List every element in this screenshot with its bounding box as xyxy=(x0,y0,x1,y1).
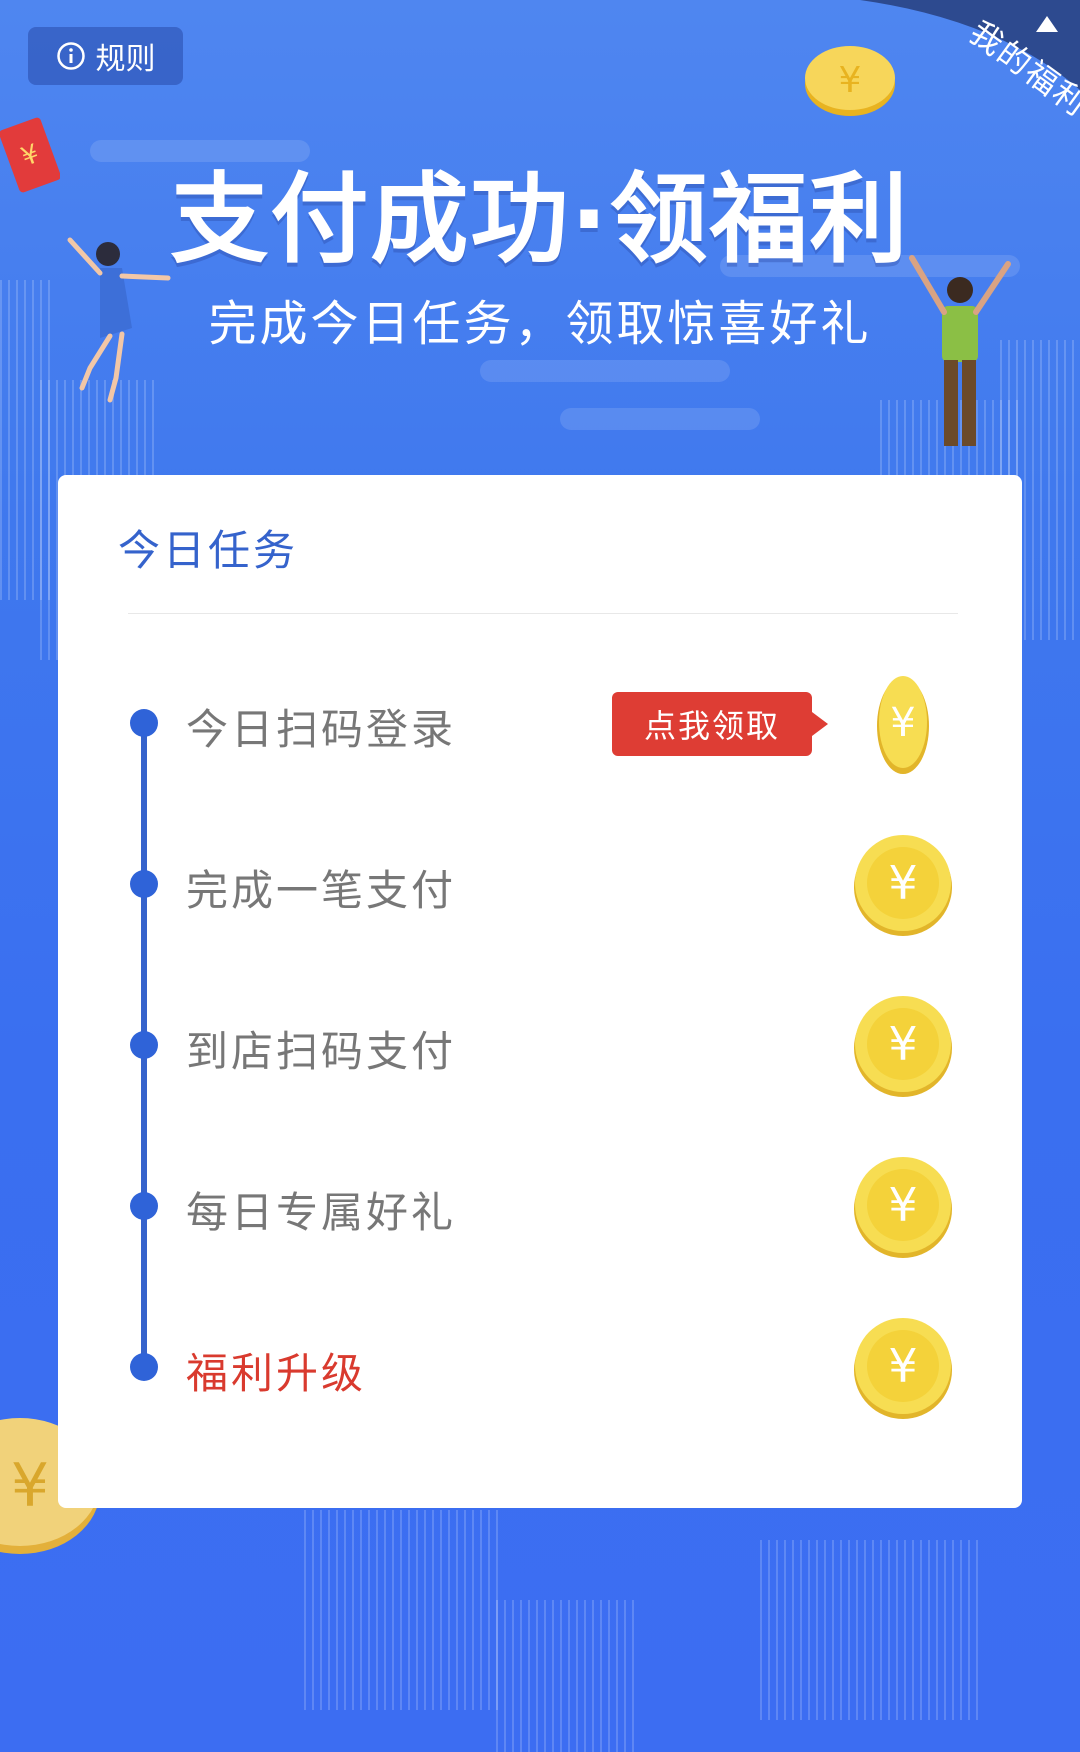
info-icon xyxy=(56,42,85,70)
task-card: 今日任务 今日扫码登录 点我领取 ¥ 完成一笔支付 ¥ 到店扫码支付 ¥ 每日专… xyxy=(58,475,1022,1508)
task-item: 到店扫码支付 ¥ xyxy=(58,990,1022,1100)
svg-text:¥: ¥ xyxy=(888,1178,917,1232)
triangle-arrow-icon xyxy=(1036,16,1058,32)
svg-text:¥: ¥ xyxy=(839,60,862,101)
yuan-coin-icon[interactable]: ¥ xyxy=(848,1312,958,1422)
card-divider xyxy=(128,613,958,614)
svg-text:¥: ¥ xyxy=(888,856,917,910)
svg-text:¥: ¥ xyxy=(890,700,915,746)
yuan-coin-icon[interactable]: ¥ xyxy=(848,1151,958,1261)
task-label: 到店扫码支付 xyxy=(186,1027,457,1076)
task-item: 今日扫码登录 点我领取 ¥ xyxy=(58,668,1022,778)
timeline-dot xyxy=(130,870,158,898)
task-item: 完成一笔支付 ¥ xyxy=(58,829,1022,939)
yuan-coin-icon[interactable]: ¥ xyxy=(848,829,958,939)
hero-title: 支付成功·领福利 xyxy=(170,163,910,277)
timeline-dot xyxy=(130,1031,158,1059)
task-label: 每日专属好礼 xyxy=(186,1188,457,1237)
timeline-dot xyxy=(130,709,158,737)
rules-button[interactable]: 规则 xyxy=(28,27,183,85)
svg-text:¥: ¥ xyxy=(888,1339,917,1393)
claim-button[interactable]: 点我领取 xyxy=(612,692,828,756)
svg-text:¥: ¥ xyxy=(888,1017,917,1071)
floating-coin-icon: ¥ xyxy=(805,46,895,116)
yuan-coin-icon[interactable]: ¥ xyxy=(848,668,958,778)
card-title: 今日任务 xyxy=(118,526,299,575)
timeline-dot xyxy=(130,1353,158,1381)
task-item: 每日专属好礼 ¥ xyxy=(58,1151,1022,1261)
rules-label: 规则 xyxy=(95,42,156,77)
task-label-highlight: 福利升级 xyxy=(186,1349,367,1398)
task-label: 完成一笔支付 xyxy=(186,866,457,915)
task-item: 福利升级 ¥ xyxy=(58,1312,1022,1422)
svg-text:¥: ¥ xyxy=(11,1451,49,1521)
task-label: 今日扫码登录 xyxy=(186,705,457,754)
yuan-coin-icon[interactable]: ¥ xyxy=(848,990,958,1100)
hero-subtitle: 完成今日任务，领取惊喜好礼 xyxy=(208,296,872,352)
timeline-dot xyxy=(130,1192,158,1220)
my-benefits-label: 我的福利 xyxy=(962,13,1080,124)
